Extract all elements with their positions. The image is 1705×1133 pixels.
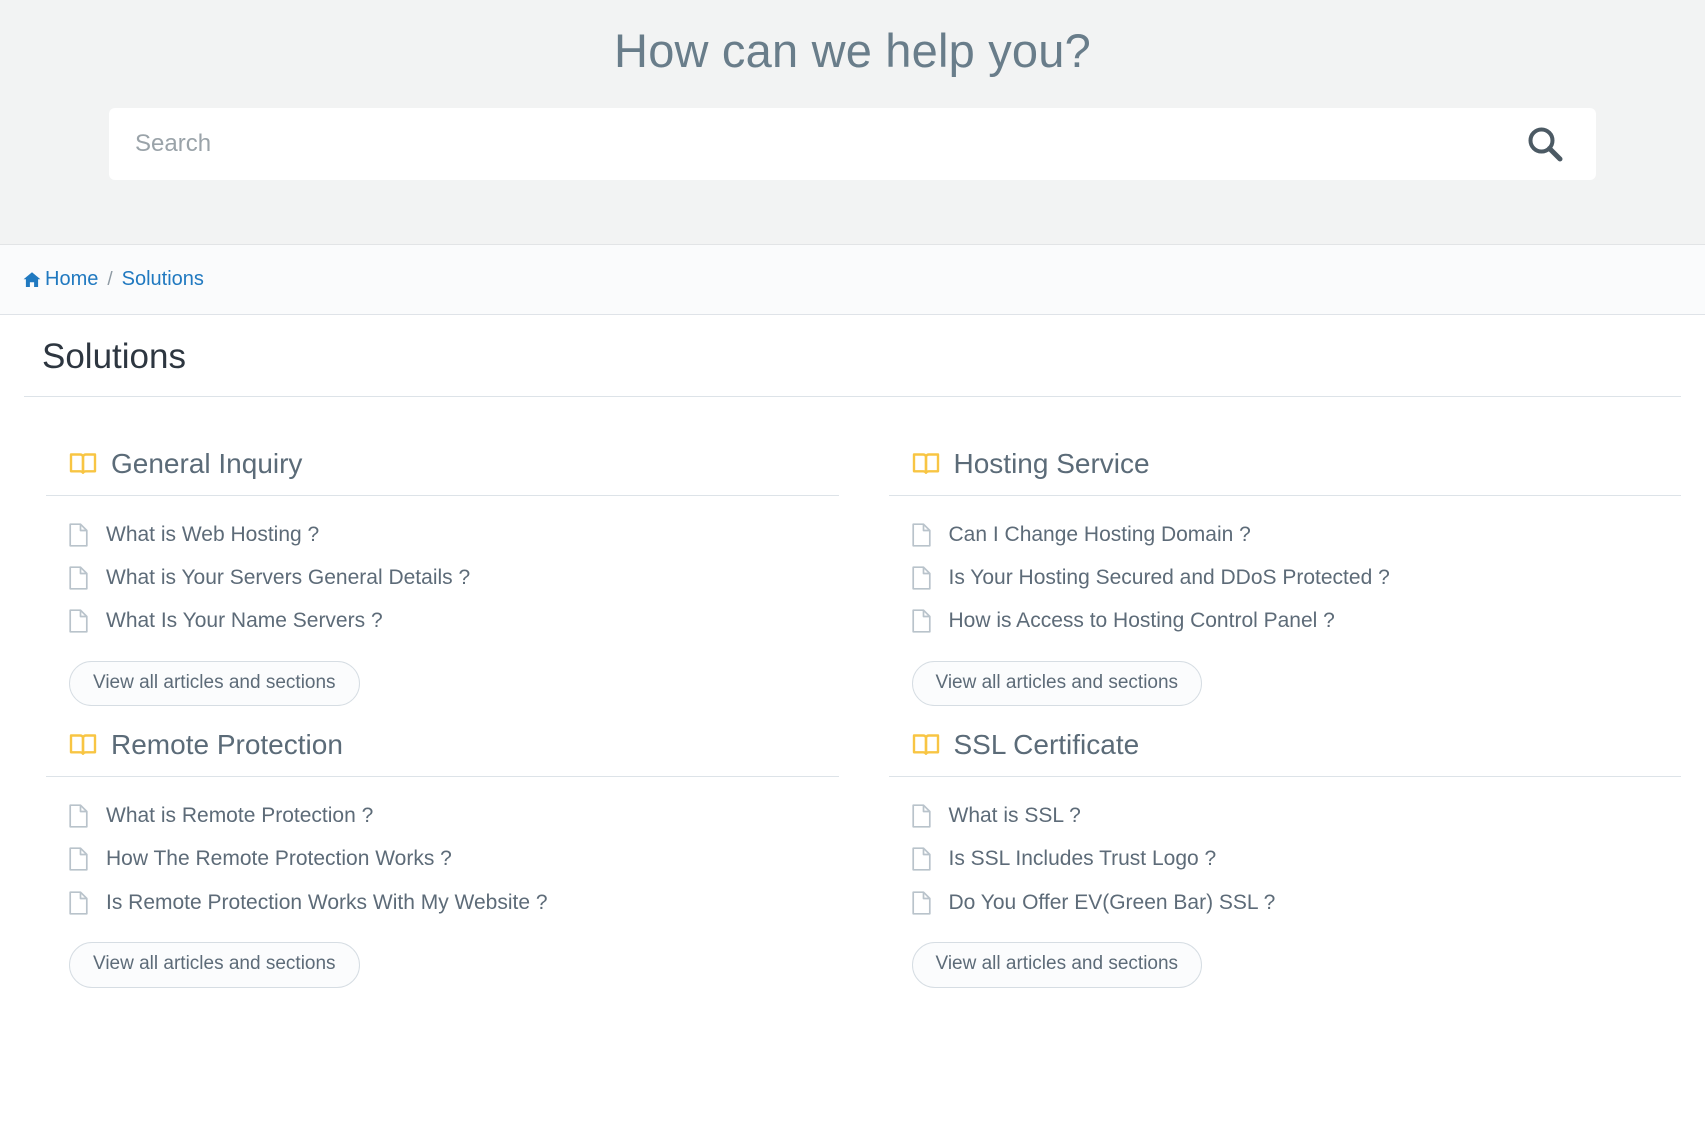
list-item[interactable]: How The Remote Protection Works ? xyxy=(69,846,839,872)
document-icon xyxy=(911,891,934,915)
document-icon xyxy=(69,523,91,547)
article-list: What is SSL ? Is SSL Includes Trust Logo… xyxy=(867,777,1682,916)
article-link[interactable]: Is Your Hosting Secured and DDoS Protect… xyxy=(949,565,1390,591)
search-input[interactable] xyxy=(133,107,1520,180)
document-icon xyxy=(911,609,934,634)
article-link[interactable]: What is SSL ? xyxy=(949,803,1081,829)
list-item[interactable]: Do You Offer EV(Green Bar) SSL ? xyxy=(911,890,1682,916)
document-icon xyxy=(911,566,934,590)
category-header[interactable]: Hosting Service xyxy=(867,447,1682,481)
home-icon xyxy=(22,270,42,290)
article-link[interactable]: Is SSL Includes Trust Logo ? xyxy=(949,846,1217,872)
view-all-button[interactable]: View all articles and sections xyxy=(69,941,360,988)
breadcrumb-home-label: Home xyxy=(45,268,99,290)
document-icon xyxy=(69,609,91,634)
article-link[interactable]: What Is Your Name Servers ? xyxy=(106,608,383,634)
list-item[interactable]: What is Remote Protection ? xyxy=(69,803,839,829)
list-item[interactable]: Is Your Hosting Secured and DDoS Protect… xyxy=(911,565,1682,591)
open-book-icon xyxy=(912,733,940,757)
open-book-icon xyxy=(912,452,940,476)
category-header[interactable]: General Inquiry xyxy=(24,447,839,481)
article-link[interactable]: How The Remote Protection Works ? xyxy=(106,846,452,872)
category-title: Remote Protection xyxy=(111,729,343,761)
view-all-button[interactable]: View all articles and sections xyxy=(911,660,1203,707)
search-submit-button[interactable] xyxy=(1520,123,1570,165)
category-header[interactable]: Remote Protection xyxy=(24,728,839,762)
search-icon xyxy=(1524,127,1566,168)
document-icon xyxy=(69,891,91,915)
list-item[interactable]: What is SSL ? xyxy=(911,803,1682,829)
category-card: SSL Certificate What is SSL ? Is SSL Inc… xyxy=(867,728,1682,988)
category-header[interactable]: SSL Certificate xyxy=(867,728,1682,762)
breadcrumb-home-link[interactable]: Home xyxy=(22,268,98,291)
document-icon xyxy=(69,847,91,872)
breadcrumb-solutions-link[interactable]: Solutions xyxy=(122,268,204,291)
article-list: Can I Change Hosting Domain ? Is Your Ho… xyxy=(867,496,1682,635)
article-link[interactable]: What is Remote Protection ? xyxy=(106,803,373,829)
category-title: Hosting Service xyxy=(953,448,1150,480)
page-title: Solutions xyxy=(42,337,186,376)
page-title-section: Solutions xyxy=(0,315,1705,398)
document-icon xyxy=(911,847,934,872)
article-link[interactable]: What is Web Hosting ? xyxy=(106,522,319,548)
document-icon xyxy=(69,566,91,590)
view-all-button[interactable]: View all articles and sections xyxy=(911,941,1203,988)
category-title: General Inquiry xyxy=(111,448,303,480)
list-item[interactable]: What Is Your Name Servers ? xyxy=(69,608,839,634)
article-link[interactable]: Do You Offer EV(Green Bar) SSL ? xyxy=(949,890,1276,916)
article-list: What is Remote Protection ? How The Remo… xyxy=(24,777,839,916)
document-icon xyxy=(911,804,934,828)
category-card: Hosting Service Can I Change Hosting Dom… xyxy=(867,447,1682,707)
page-heading: How can we help you? xyxy=(614,24,1091,77)
list-item[interactable]: How is Access to Hosting Control Panel ? xyxy=(911,608,1682,634)
list-item[interactable]: What is Your Servers General Details ? xyxy=(69,565,839,591)
article-link[interactable]: Can I Change Hosting Domain ? xyxy=(949,522,1251,548)
solutions-grid: General Inquiry What is Web Hosting ? Wh… xyxy=(0,397,1705,1009)
document-icon xyxy=(911,523,934,547)
document-icon xyxy=(69,804,91,828)
category-title: SSL Certificate xyxy=(953,729,1140,761)
article-link[interactable]: What is Your Servers General Details ? xyxy=(106,565,470,591)
category-card: General Inquiry What is Web Hosting ? Wh… xyxy=(24,447,839,707)
list-item[interactable]: Is SSL Includes Trust Logo ? xyxy=(911,846,1682,872)
open-book-icon xyxy=(69,452,97,476)
article-link[interactable]: How is Access to Hosting Control Panel ? xyxy=(949,608,1335,634)
breadcrumb-separator: / xyxy=(107,268,113,290)
view-all-button[interactable]: View all articles and sections xyxy=(69,660,360,707)
list-item[interactable]: Is Remote Protection Works With My Websi… xyxy=(69,890,839,916)
list-item[interactable]: What is Web Hosting ? xyxy=(69,522,839,548)
breadcrumb: Home / Solutions xyxy=(0,245,1705,315)
search-header: How can we help you? xyxy=(0,0,1705,245)
search-bar[interactable] xyxy=(109,107,1596,180)
category-card: Remote Protection What is Remote Protect… xyxy=(24,728,839,988)
list-item[interactable]: Can I Change Hosting Domain ? xyxy=(911,522,1682,548)
open-book-icon xyxy=(69,733,97,757)
article-link[interactable]: Is Remote Protection Works With My Websi… xyxy=(106,890,548,916)
article-list: What is Web Hosting ? What is Your Serve… xyxy=(24,496,839,635)
